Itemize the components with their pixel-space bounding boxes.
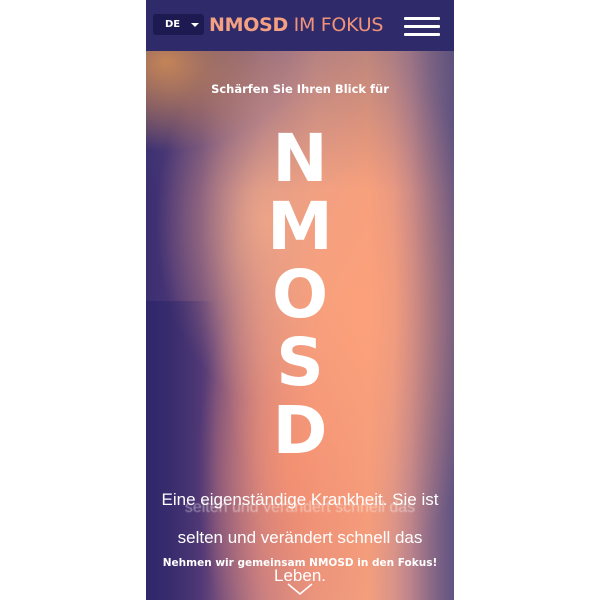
- hero-tagline: Schärfen Sie Ihren Blick für: [211, 82, 389, 96]
- menu-bar: [404, 33, 440, 36]
- brand-secondary: IM FOKUS: [287, 14, 384, 36]
- hero-headline: Eine eigenständige Krankheit. Sie ist se…: [161, 490, 439, 585]
- language-select[interactable]: DE: [153, 14, 204, 35]
- menu-bar: [404, 17, 440, 20]
- site-header: DE NMOSD IM FOKUS: [146, 0, 454, 51]
- hero-cta-text: Nehmen wir gemeinsam NMOSD in den Fokus!: [162, 557, 438, 569]
- title-letter: O: [271, 256, 329, 333]
- hero-section: Schärfen Sie Ihren Blick für N M O S D s…: [146, 51, 454, 600]
- title-letter: S: [276, 324, 324, 401]
- chevron-down-icon: [191, 23, 199, 27]
- brand-primary: NMOSD: [209, 14, 288, 36]
- mobile-viewport: DE NMOSD IM FOKUS Schärfen Sie Ihren Bli…: [146, 0, 454, 600]
- hamburger-menu-icon[interactable]: [404, 16, 440, 36]
- site-logo[interactable]: NMOSD IM FOKUS: [209, 12, 383, 38]
- title-letter: D: [272, 392, 328, 469]
- language-code: DE: [165, 19, 181, 30]
- title-letter: N: [272, 120, 328, 197]
- menu-bar: [404, 25, 440, 28]
- chevron-down-icon[interactable]: [286, 581, 314, 597]
- title-letter: M: [267, 188, 333, 265]
